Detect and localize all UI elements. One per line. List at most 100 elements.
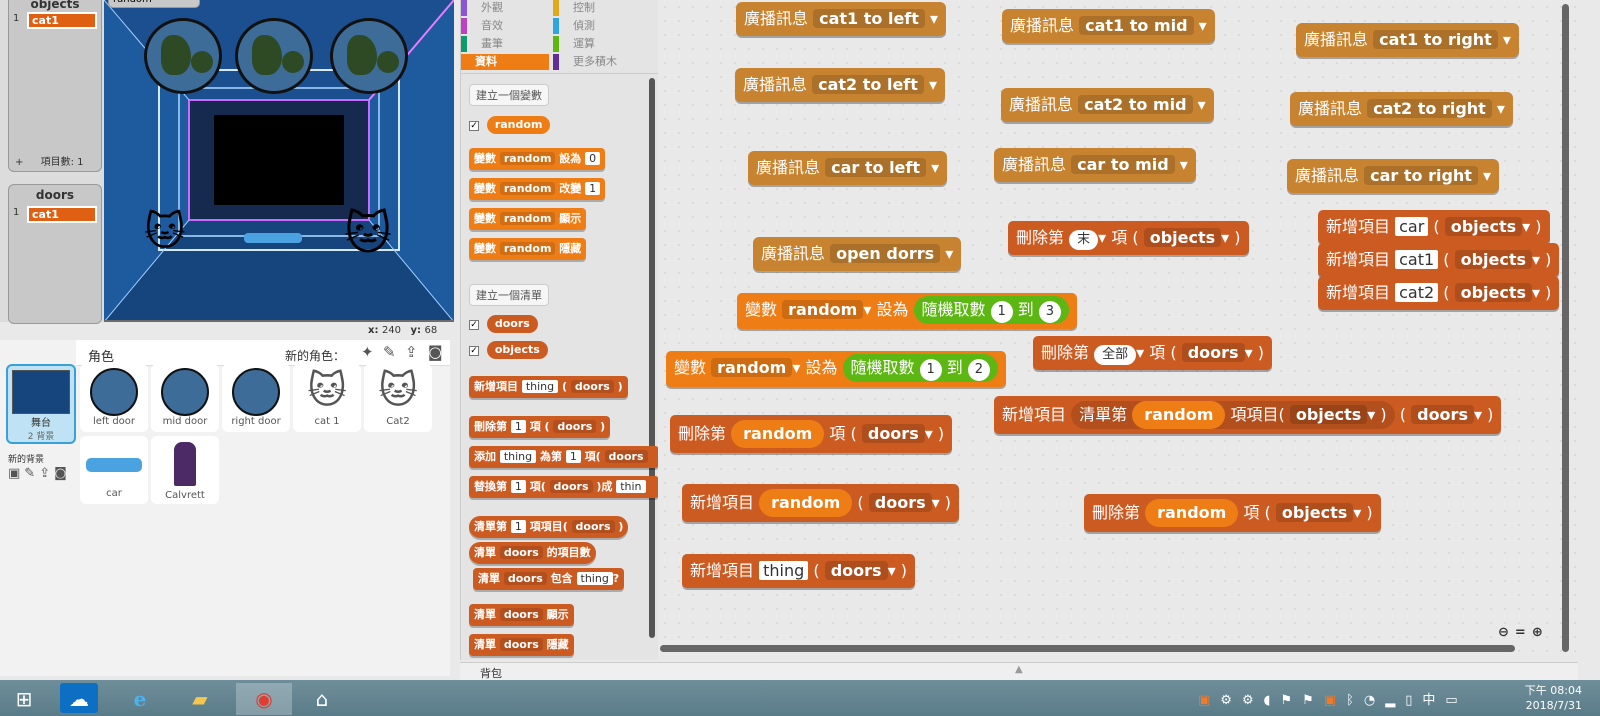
category-control[interactable]: 控制	[553, 0, 595, 16]
file-explorer-icon[interactable]: ▰	[178, 683, 222, 715]
objects-list-monitor[interactable]: objects 1 cat1 + 項目數: 1	[8, 0, 102, 172]
car-sprite[interactable]	[244, 233, 302, 243]
set-variable-block[interactable]: 變數 random ▾ 設為 隨機取數 1 到 3	[737, 293, 1077, 329]
internet-explorer-icon[interactable]: e	[118, 683, 162, 715]
left-door-globe[interactable]	[144, 18, 222, 94]
objects-checkbox[interactable]: ✓	[469, 346, 479, 356]
tray-speaker-icon[interactable]: ◖	[1264, 693, 1281, 708]
tray-flag-icon[interactable]: ⚑	[1280, 693, 1302, 708]
doors-checkbox[interactable]: ✓	[469, 320, 479, 330]
delete-item-block[interactable]: 刪除第 random 項 ( objects ▾ )	[1084, 494, 1381, 532]
choose-sprite-library-icon[interactable]: ✦	[361, 343, 374, 361]
show-list-block[interactable]: 清單 doors 顯示	[469, 604, 574, 626]
broadcast-block[interactable]: 廣播訊息 cat2 to mid ▾	[1001, 88, 1214, 122]
sprite-tile[interactable]: 🐱 Cat2	[364, 364, 432, 432]
action-center-icon[interactable]: ▭	[1445, 693, 1467, 708]
paint-sprite-icon[interactable]: ✎	[383, 343, 396, 361]
tray-device-icon[interactable]: ⚙	[1242, 693, 1264, 708]
list-contains-block[interactable]: 清單 doors 包含 thing?	[473, 568, 625, 590]
insert-at-list-block[interactable]: 添加 thing 為第 1 項( doors	[469, 446, 659, 468]
home-icon[interactable]: ⌂	[300, 683, 344, 715]
delete-item-block[interactable]: 刪除第 全部 ▾ 項 ( doors ▾ )	[1033, 336, 1272, 370]
category-sensing[interactable]: 偵測	[553, 18, 595, 34]
add-item-block[interactable]: 新增項目 清單第 random 項項目( objects ▾ ) ( doors ▾…	[994, 396, 1502, 434]
set-variable-block[interactable]: 變數 random ▾ 設為 隨機取數 1 到 2	[666, 351, 1006, 387]
broadcast-block[interactable]: 廣播訊息 cat1 to mid ▾	[1002, 9, 1215, 43]
zoom-reset-icon[interactable]: =	[1515, 625, 1532, 640]
random-variable-monitor[interactable]: random	[108, 0, 200, 8]
objects-item[interactable]: cat1	[27, 12, 97, 29]
broadcast-block[interactable]: 廣播訊息 cat2 to left ▾	[735, 68, 946, 102]
upload-backdrop-icon[interactable]: ⇪	[39, 466, 54, 481]
windows-start-icon[interactable]: ⊞	[2, 683, 46, 715]
cat1-sprite[interactable]: 🐱	[144, 212, 186, 252]
palette-scrollbar[interactable]	[649, 78, 655, 638]
camera-sprite-icon[interactable]: ◙	[428, 343, 443, 361]
bluetooth-icon[interactable]: ᛒ	[1346, 693, 1364, 708]
doors-item[interactable]: cat1	[27, 206, 97, 223]
delete-item-block[interactable]: 刪除第 random 項 ( doors ▾ )	[670, 415, 953, 453]
onedrive-icon[interactable]: ☁	[60, 683, 98, 713]
show-variable-block[interactable]: 變數 random 顯示	[469, 208, 587, 230]
change-variable-block[interactable]: 變數 random 改變 1	[469, 178, 606, 200]
add-item-icon[interactable]: +	[15, 157, 23, 168]
zoom-out-icon[interactable]: ⊖	[1498, 625, 1515, 640]
objects-reporter[interactable]: objects	[486, 341, 548, 359]
sprite-tile[interactable]: right door	[222, 364, 290, 432]
category-more-blocks[interactable]: 更多積木	[553, 54, 617, 70]
tray-network-icon[interactable]: ⚙	[1220, 693, 1242, 708]
add-item-block[interactable]: 新增項目 random ( doors ▾ )	[682, 484, 959, 522]
stage-canvas[interactable]: 🐱 🐱 random	[104, 0, 454, 322]
category-looks[interactable]: 外觀	[461, 0, 503, 16]
add-item-block[interactable]: 新增項目 cat1 ( objects ▾ )	[1318, 243, 1560, 277]
category-data[interactable]: 資料	[461, 54, 549, 70]
add-item-block[interactable]: 新增項目 car ( objects ▾ )	[1318, 210, 1550, 244]
script-horizontal-scrollbar[interactable]	[660, 645, 1515, 652]
backpack-toggle-icon[interactable]: ▲	[1015, 664, 1023, 675]
sprite-tile[interactable]: Calvrett	[151, 436, 219, 504]
ime-indicator[interactable]: 中	[1422, 693, 1445, 708]
random-checkbox[interactable]: ✓	[469, 121, 479, 131]
backdrop-library-icon[interactable]: ▣	[8, 466, 24, 481]
sprite-tile[interactable]: mid door	[151, 364, 219, 432]
battery-icon[interactable]: ▯	[1405, 693, 1422, 708]
backpack-bar[interactable]: 背包 ▲	[460, 662, 1578, 680]
random-reporter[interactable]: random	[486, 116, 551, 134]
broadcast-block[interactable]: 廣播訊息 cat1 to right ▾	[1296, 23, 1519, 57]
right-door-globe[interactable]	[330, 18, 408, 94]
broadcast-block[interactable]: 廣播訊息 car to mid ▾	[994, 148, 1196, 182]
script-vertical-scrollbar[interactable]	[1562, 4, 1569, 652]
doors-reporter[interactable]: doors	[486, 315, 538, 333]
sprite-tile[interactable]: left door	[80, 364, 148, 432]
length-of-list-block[interactable]: 清單 doors 的項目數	[469, 542, 596, 564]
category-sound[interactable]: 音效	[461, 18, 503, 34]
sprite-tile[interactable]: car	[80, 436, 148, 504]
add-to-list-block[interactable]: 新增項目 thing ( doors )	[469, 376, 628, 398]
hide-variable-block[interactable]: 變數 random 隱藏	[469, 238, 587, 260]
delete-of-list-block[interactable]: 刪除第 1 項 ( doors )	[469, 416, 611, 438]
doors-list-monitor[interactable]: doors 1 cat1	[8, 184, 102, 324]
set-variable-block[interactable]: 變數 random 設為 0	[469, 148, 606, 170]
signal-icon[interactable]: ▂	[1385, 693, 1405, 708]
paint-backdrop-icon[interactable]: ✎	[24, 466, 39, 481]
clock[interactable]: 下午 08:04 2018/7/31	[1518, 683, 1582, 713]
zoom-in-icon[interactable]: ⊕	[1532, 625, 1549, 640]
tray-update-icon[interactable]: ◔	[1364, 693, 1385, 708]
sprite-tile[interactable]: 🐱 cat 1	[293, 364, 361, 432]
item-of-list-block[interactable]: 清單第 1 項項目( doors )	[469, 516, 629, 538]
make-list-button[interactable]: 建立一個清單	[469, 284, 549, 306]
broadcast-block[interactable]: 廣播訊息 car to left ▾	[748, 151, 948, 185]
upload-sprite-icon[interactable]: ⇪	[405, 343, 418, 361]
tray-flag2-icon[interactable]: ⚑	[1302, 693, 1324, 708]
mid-door-globe[interactable]	[235, 18, 313, 94]
category-pen[interactable]: 畫筆	[461, 36, 503, 52]
delete-item-block[interactable]: 刪除第 末 ▾ 項 ( objects ▾ )	[1008, 221, 1249, 255]
broadcast-block[interactable]: 廣播訊息 cat1 to left ▾	[736, 2, 947, 36]
broadcast-block[interactable]: 廣播訊息 car to right ▾	[1287, 159, 1500, 193]
category-operators[interactable]: 運算	[553, 36, 595, 52]
broadcast-block[interactable]: 廣播訊息 open dorrs ▾	[753, 237, 962, 271]
add-item-block[interactable]: 新增項目 cat2 ( objects ▾ )	[1318, 276, 1560, 310]
camera-backdrop-icon[interactable]: ◙	[54, 466, 71, 481]
make-variable-button[interactable]: 建立一個變數	[469, 84, 549, 106]
pick-random-reporter[interactable]: 隨機取數 1 到 3	[913, 296, 1069, 324]
